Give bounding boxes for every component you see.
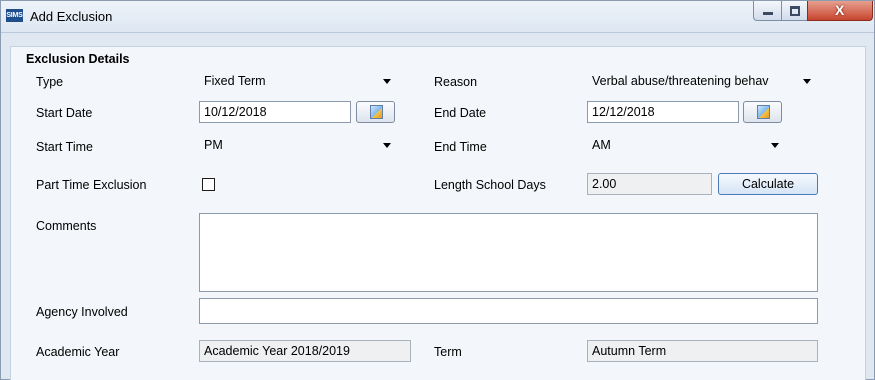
reason-label: Reason (434, 75, 478, 89)
end-time-select[interactable]: AM (587, 134, 786, 156)
start-time-label: Start Time (36, 140, 93, 154)
part-time-exclusion-checkbox[interactable] (202, 178, 215, 191)
reason-value: Verbal abuse/threatening behav (592, 74, 769, 88)
reason-select[interactable]: Verbal abuse/threatening behav (587, 70, 818, 92)
type-select[interactable]: Fixed Term (199, 70, 398, 92)
length-school-days-label: Length School Days (434, 178, 546, 192)
calendar-icon (370, 105, 383, 119)
comments-textarea[interactable] (199, 213, 818, 292)
term-field: Autumn Term (587, 340, 818, 362)
chevron-down-icon (771, 143, 779, 148)
end-time-value: AM (592, 138, 611, 152)
chevron-down-icon (383, 79, 391, 84)
type-label: Type (36, 75, 64, 89)
chevron-down-icon (803, 79, 811, 84)
maximize-button[interactable] (781, 1, 808, 21)
end-date-calendar-button[interactable] (743, 101, 782, 123)
length-school-days-field: 2.00 (587, 173, 712, 195)
term-label: Term (434, 345, 462, 359)
start-time-select[interactable]: PM (199, 134, 398, 156)
end-date-field[interactable]: 12/12/2018 (587, 101, 739, 123)
type-value: Fixed Term (204, 74, 266, 88)
start-date-calendar-button[interactable] (356, 101, 395, 123)
academic-year-field: Academic Year 2018/2019 (199, 340, 411, 362)
academic-year-label: Academic Year (36, 345, 120, 359)
start-time-value: PM (204, 138, 223, 152)
agency-involved-label: Agency Involved (36, 305, 128, 319)
minimize-icon (763, 12, 773, 15)
close-button[interactable]: X (807, 1, 873, 21)
close-icon: X (835, 2, 845, 18)
part-time-exclusion-label: Part Time Exclusion (36, 178, 147, 192)
end-date-label: End Date (434, 106, 487, 120)
sims-app-icon: SIMS (6, 9, 23, 22)
agency-involved-field[interactable] (199, 298, 818, 324)
title-bar: SIMS Add Exclusion X (1, 1, 874, 33)
calculate-button[interactable]: Calculate (718, 173, 818, 195)
window-title: Add Exclusion (30, 9, 113, 24)
minimize-button[interactable] (753, 1, 782, 21)
start-date-label: Start Date (36, 106, 93, 120)
comments-label: Comments (36, 219, 97, 233)
section-title: Exclusion Details (26, 52, 130, 66)
calendar-icon (757, 105, 770, 119)
chevron-down-icon (383, 143, 391, 148)
maximize-icon (790, 6, 800, 16)
end-time-label: End Time (434, 140, 487, 154)
start-date-field[interactable]: 10/12/2018 (199, 101, 351, 123)
